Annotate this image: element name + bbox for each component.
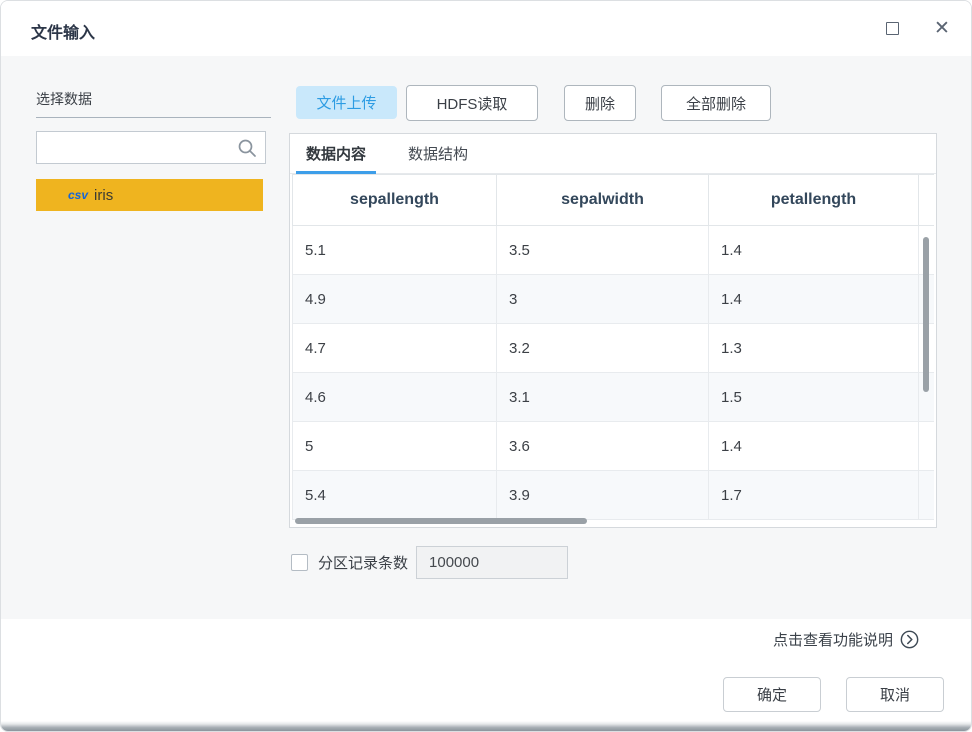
dataset-name: iris [94,187,113,204]
dialog-title: 文件输入 [31,19,95,43]
close-icon: ✕ [934,17,950,40]
partition-row: 分区记录条数 [291,546,568,579]
help-link-label: 点击查看功能说明 [773,629,893,650]
search-icon[interactable] [237,138,257,158]
table-cell: 3.9 [497,471,709,520]
tab-data-structure[interactable]: 数据结构 [406,134,470,173]
dialog-content: 选择数据 csv iris 文件上传 HDFS读取 删除 全部删除 数据内容 数… [1,56,971,619]
tab-data-content[interactable]: 数据内容 [304,134,368,173]
table-cell: 3.6 [497,422,709,471]
horizontal-scrollbar[interactable] [295,518,587,524]
table-cell: 4.7 [293,324,497,373]
table-row: 5 3.6 1.4 [293,422,935,471]
dataset-item-iris[interactable]: csv iris [36,179,263,211]
table-row: 5.1 3.5 1.4 [293,226,935,275]
file-input-dialog: 文件输入 ✕ 选择数据 csv iris 文件上传 HDFS读取 删除 [0,0,972,732]
table-cell [919,471,935,520]
cancel-button[interactable]: 取消 [846,677,944,712]
ok-button[interactable]: 确定 [723,677,821,712]
table-cell: 5.4 [293,471,497,520]
table-header-row: sepallength sepalwidth petallength [293,175,935,226]
close-button[interactable]: ✕ [929,15,955,41]
tab-bar: 数据内容 数据结构 [290,134,936,174]
data-table: sepallength sepalwidth petallength 5.1 3… [292,174,934,521]
data-preview-panel: 数据内容 数据结构 sepallength sepalwidth petalle… [289,133,937,528]
title-bar: 文件输入 ✕ [1,1,971,56]
dialog-footer: 点击查看功能说明 确定 取消 [1,619,971,723]
table-cell: 1.7 [709,471,919,520]
column-header: sepalwidth [497,175,709,226]
search-box [36,131,266,164]
table-cell: 3.1 [497,373,709,422]
table-cell [919,422,935,471]
table-row: 4.7 3.2 1.3 [293,324,935,373]
table-row: 4.9 3 1.4 [293,275,935,324]
hdfs-read-button[interactable]: HDFS读取 [406,85,538,121]
table-cell: 5 [293,422,497,471]
table-row: 4.6 3.1 1.5 [293,373,935,422]
column-header: petallength [709,175,919,226]
table-cell: 3.5 [497,226,709,275]
delete-all-button[interactable]: 全部删除 [661,85,771,121]
table-cell: 1.3 [709,324,919,373]
partition-count-input[interactable] [416,546,568,579]
table-cell: 4.6 [293,373,497,422]
partition-label: 分区记录条数 [318,552,408,573]
maximize-icon [886,22,899,35]
maximize-button[interactable] [879,15,905,41]
table-cell: 4.9 [293,275,497,324]
help-link[interactable]: 点击查看功能说明 [773,629,919,650]
table-cell: 3 [497,275,709,324]
table-cell: 1.4 [709,226,919,275]
search-input[interactable] [37,132,233,163]
window-controls: ✕ [879,15,955,41]
window-bottom-edge [1,721,971,731]
table-cell: 5.1 [293,226,497,275]
vertical-scrollbar[interactable] [923,237,929,392]
column-header-partial [919,175,935,226]
table-cell: 1.4 [709,422,919,471]
table-cell: 1.5 [709,373,919,422]
delete-button[interactable]: 删除 [564,85,636,121]
select-data-label: 选择数据 [36,89,271,118]
table-row: 5.4 3.9 1.7 [293,471,935,520]
table-cell: 1.4 [709,275,919,324]
file-upload-button[interactable]: 文件上传 [296,86,397,119]
partition-checkbox[interactable] [291,554,308,571]
help-arrow-icon [900,630,919,649]
table-cell: 3.2 [497,324,709,373]
column-header: sepallength [293,175,497,226]
csv-badge: csv [68,188,88,202]
